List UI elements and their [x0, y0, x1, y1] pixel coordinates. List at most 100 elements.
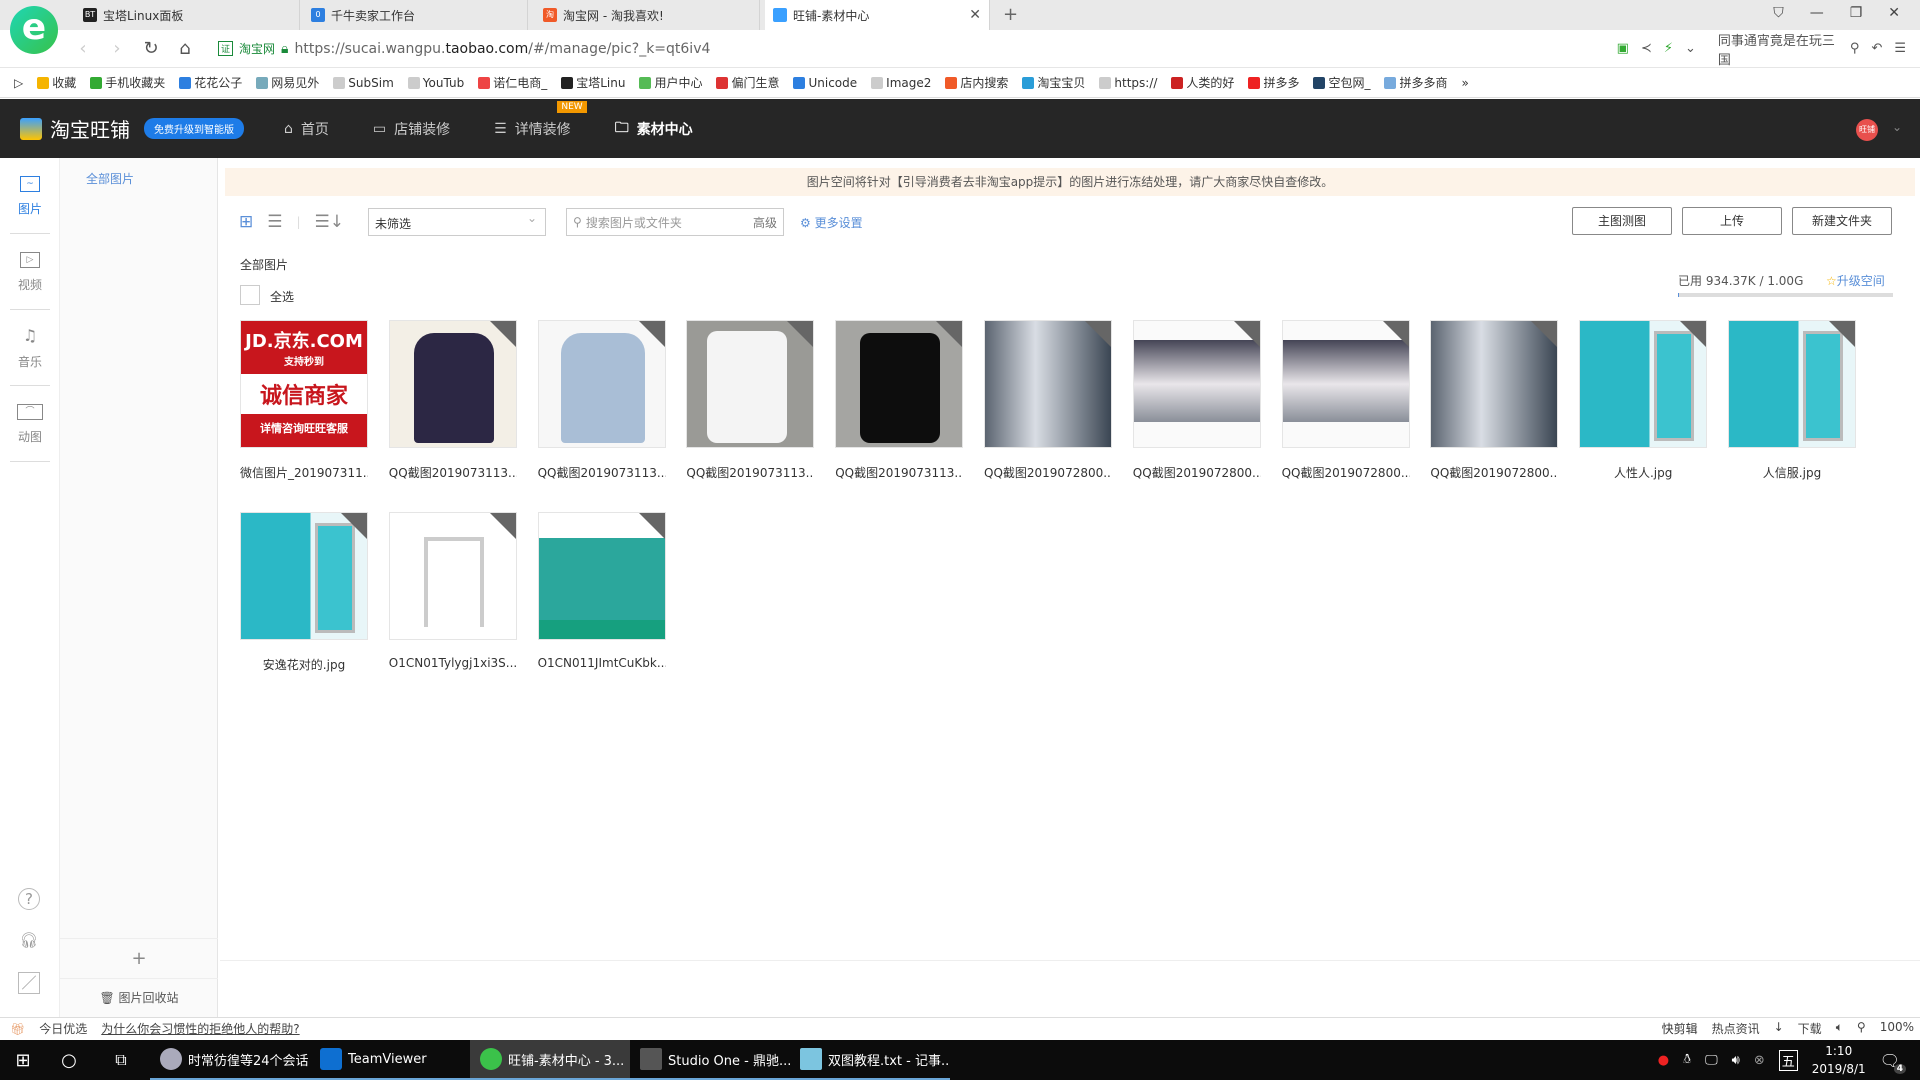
folder-all-images[interactable]: 全部图片	[86, 170, 134, 187]
image-thumbnail[interactable]	[537, 320, 666, 448]
upload-button[interactable]: 上传	[1682, 207, 1782, 235]
skin-icon[interactable]: ⛉	[1773, 5, 1784, 21]
taskbar-item-notepad[interactable]: 双图教程.txt - 记事...	[790, 1040, 950, 1080]
new-folder-button[interactable]: 新建文件夹	[1792, 207, 1892, 235]
quick-clip[interactable]: 快剪辑	[1662, 1020, 1698, 1037]
zoom-level[interactable]: 100%	[1880, 1020, 1914, 1037]
bookmark-item[interactable]: https://	[1099, 76, 1157, 90]
network-icon[interactable]: 🖵︎	[1705, 1053, 1718, 1068]
minimize-button[interactable]: —	[1810, 5, 1824, 21]
image-card[interactable]: QQ截图2019072800...	[1281, 320, 1410, 481]
cortana-icon[interactable]: ○	[46, 1050, 92, 1071]
new-tab-button[interactable]: +	[1003, 4, 1018, 25]
brand-logo[interactable]: 淘宝旺铺 免费升级到智能版	[20, 114, 244, 143]
image-card[interactable]: QQ截图2019073113...	[537, 320, 666, 481]
bookmark-item[interactable]: 花花公子	[179, 74, 242, 91]
volume-icon[interactable]: 🔊︎	[1732, 1053, 1740, 1068]
close-circle-icon[interactable]: ⊗	[1754, 1053, 1765, 1068]
home-button[interactable]: ⌂	[168, 38, 202, 59]
taskbar-item-qq[interactable]: 时常彷徨等24个会话	[150, 1040, 310, 1080]
image-card[interactable]: QQ截图2019073113...	[388, 320, 517, 481]
back-button[interactable]: ‹	[66, 38, 100, 59]
image-thumbnail[interactable]	[1281, 320, 1410, 448]
edit-icon[interactable]: ／	[18, 972, 40, 994]
image-card[interactable]: QQ截图2019073113...	[686, 320, 815, 481]
image-card[interactable]: O1CN011JImtCuKbk...	[537, 512, 666, 670]
tab-qianniu[interactable]: 0 千牛卖家工作台	[303, 0, 528, 30]
image-thumbnail[interactable]	[686, 320, 815, 448]
more-settings-link[interactable]: ⚙ 更多设置	[800, 214, 863, 231]
image-card[interactable]: JD.京东.COM 支持秒到 诚信商家 详情咨询旺旺客服 微信图片_201907311.…	[240, 320, 368, 481]
bookmark-item[interactable]: YouTub	[407, 76, 464, 90]
downloads[interactable]: 下载	[1798, 1020, 1822, 1037]
url-field[interactable]: 证 淘宝网 🔒︎ https://sucai.wangpu.taobao.com…	[218, 40, 710, 57]
image-thumbnail[interactable]	[388, 512, 517, 640]
share-icon[interactable]: ≺	[1641, 41, 1652, 56]
avatar[interactable]: 旺铺	[1856, 119, 1878, 141]
bookmark-item[interactable]: 用户中心	[639, 74, 702, 91]
news-headline-link[interactable]: 为什么你会习惯性的拒绝他人的帮助?	[101, 1020, 299, 1037]
windows-start-icon[interactable]: ⊞	[0, 1050, 46, 1071]
bookmark-item[interactable]: 诺仁电商_	[478, 74, 547, 91]
account-chevron-icon[interactable]: ⌄	[1892, 120, 1902, 134]
clock[interactable]: 1:10 2019/8/1	[1812, 1042, 1866, 1078]
forward-button[interactable]: ›	[100, 38, 134, 59]
bookmark-item[interactable]: 手机收藏夹	[90, 74, 165, 91]
bookmark-item[interactable]: SubSim	[333, 76, 394, 90]
nav-detail-decor[interactable]: ☰ 详情装修 NEW	[494, 100, 587, 139]
image-thumbnail[interactable]	[1430, 320, 1559, 448]
upgrade-badge[interactable]: 免费升级到智能版	[144, 118, 244, 139]
taskbar-item-studio-one[interactable]: Studio One - 鼎驰...	[630, 1040, 790, 1080]
image-thumbnail[interactable]	[1579, 320, 1708, 448]
search-input[interactable]: ⚲ 搜索图片或文件夹 高级	[566, 208, 785, 236]
image-card[interactable]: 安逸花对的.jpg	[240, 512, 368, 673]
record-icon[interactable]: ●	[1658, 1053, 1669, 1068]
upgrade-space-link[interactable]: ☆升级空间	[1826, 272, 1885, 289]
sound-icon[interactable]: 🔈︎	[1836, 1020, 1843, 1037]
bookmark-item[interactable]: 店内搜索	[945, 74, 1008, 91]
add-folder-button[interactable]: +	[60, 938, 218, 978]
undo-icon[interactable]: ↶	[1871, 41, 1882, 56]
image-thumbnail[interactable]: JD.京东.COM 支持秒到 诚信商家 详情咨询旺旺客服	[240, 320, 368, 448]
sort-icon[interactable]: ☰↓	[315, 212, 344, 232]
daily-picks[interactable]: 今日优选	[39, 1020, 87, 1037]
nav-material-center[interactable]: 🗀︎ 素材中心	[615, 117, 693, 141]
rail-music[interactable]: ♫ 音乐	[0, 310, 60, 386]
image-card[interactable]: QQ截图2019073113...	[835, 320, 964, 481]
rail-gifs[interactable]: ⌒ 动图	[0, 386, 60, 462]
bookmark-item[interactable]: 淘宝宝贝	[1022, 74, 1085, 91]
image-thumbnail[interactable]	[1728, 320, 1856, 448]
screenshot-icon[interactable]: ▣	[1617, 41, 1629, 56]
advanced-search-toggle[interactable]: 高级	[753, 214, 777, 231]
bookmark-item[interactable]: Image2	[871, 76, 931, 90]
close-tab-icon[interactable]: ✕	[969, 7, 981, 23]
bookmark-item[interactable]: 拼多多	[1248, 74, 1299, 91]
bookmark-item[interactable]: 拼多多商	[1384, 74, 1447, 91]
search-suggestion[interactable]: 同事通宵竟是在玩三国	[1718, 30, 1838, 68]
help-icon[interactable]: ?	[18, 888, 40, 910]
filter-select[interactable]: 未筛选	[368, 208, 547, 236]
nav-shop-decor[interactable]: ▭ 店铺装修	[373, 119, 450, 139]
hot-news[interactable]: 热点资讯	[1712, 1020, 1760, 1037]
bookmark-item[interactable]: 网易见外	[256, 74, 319, 91]
search-icon[interactable]: ⚲	[1850, 41, 1860, 56]
taskbar-item-teamviewer[interactable]: TeamViewer	[310, 1040, 470, 1080]
image-thumbnail[interactable]	[984, 320, 1112, 448]
image-thumbnail[interactable]	[537, 512, 666, 640]
close-window-button[interactable]: ✕	[1888, 5, 1900, 21]
headset-icon[interactable]: 🎧︎	[18, 930, 40, 952]
image-thumbnail[interactable]	[1132, 320, 1261, 448]
image-card[interactable]: QQ截图2019072800...	[1430, 320, 1559, 481]
image-card[interactable]: QQ截图2019072800...	[984, 320, 1112, 481]
restore-button[interactable]: ❐	[1850, 5, 1863, 21]
task-view-icon[interactable]: ⧉	[92, 1050, 150, 1070]
list-view-icon[interactable]: ☰	[267, 212, 282, 232]
reload-button[interactable]: ↻	[134, 38, 168, 59]
bookmark-item[interactable]: 偏门生意	[716, 74, 779, 91]
bookmark-item[interactable]: Unicode	[793, 76, 857, 90]
rail-videos[interactable]: ▷ 视频	[0, 234, 60, 310]
image-thumbnail[interactable]	[388, 320, 517, 448]
image-thumbnail[interactable]	[240, 512, 368, 640]
sidebar-toggle-icon[interactable]: ▷	[14, 76, 23, 90]
download-icon[interactable]: ↓	[1774, 1020, 1784, 1037]
